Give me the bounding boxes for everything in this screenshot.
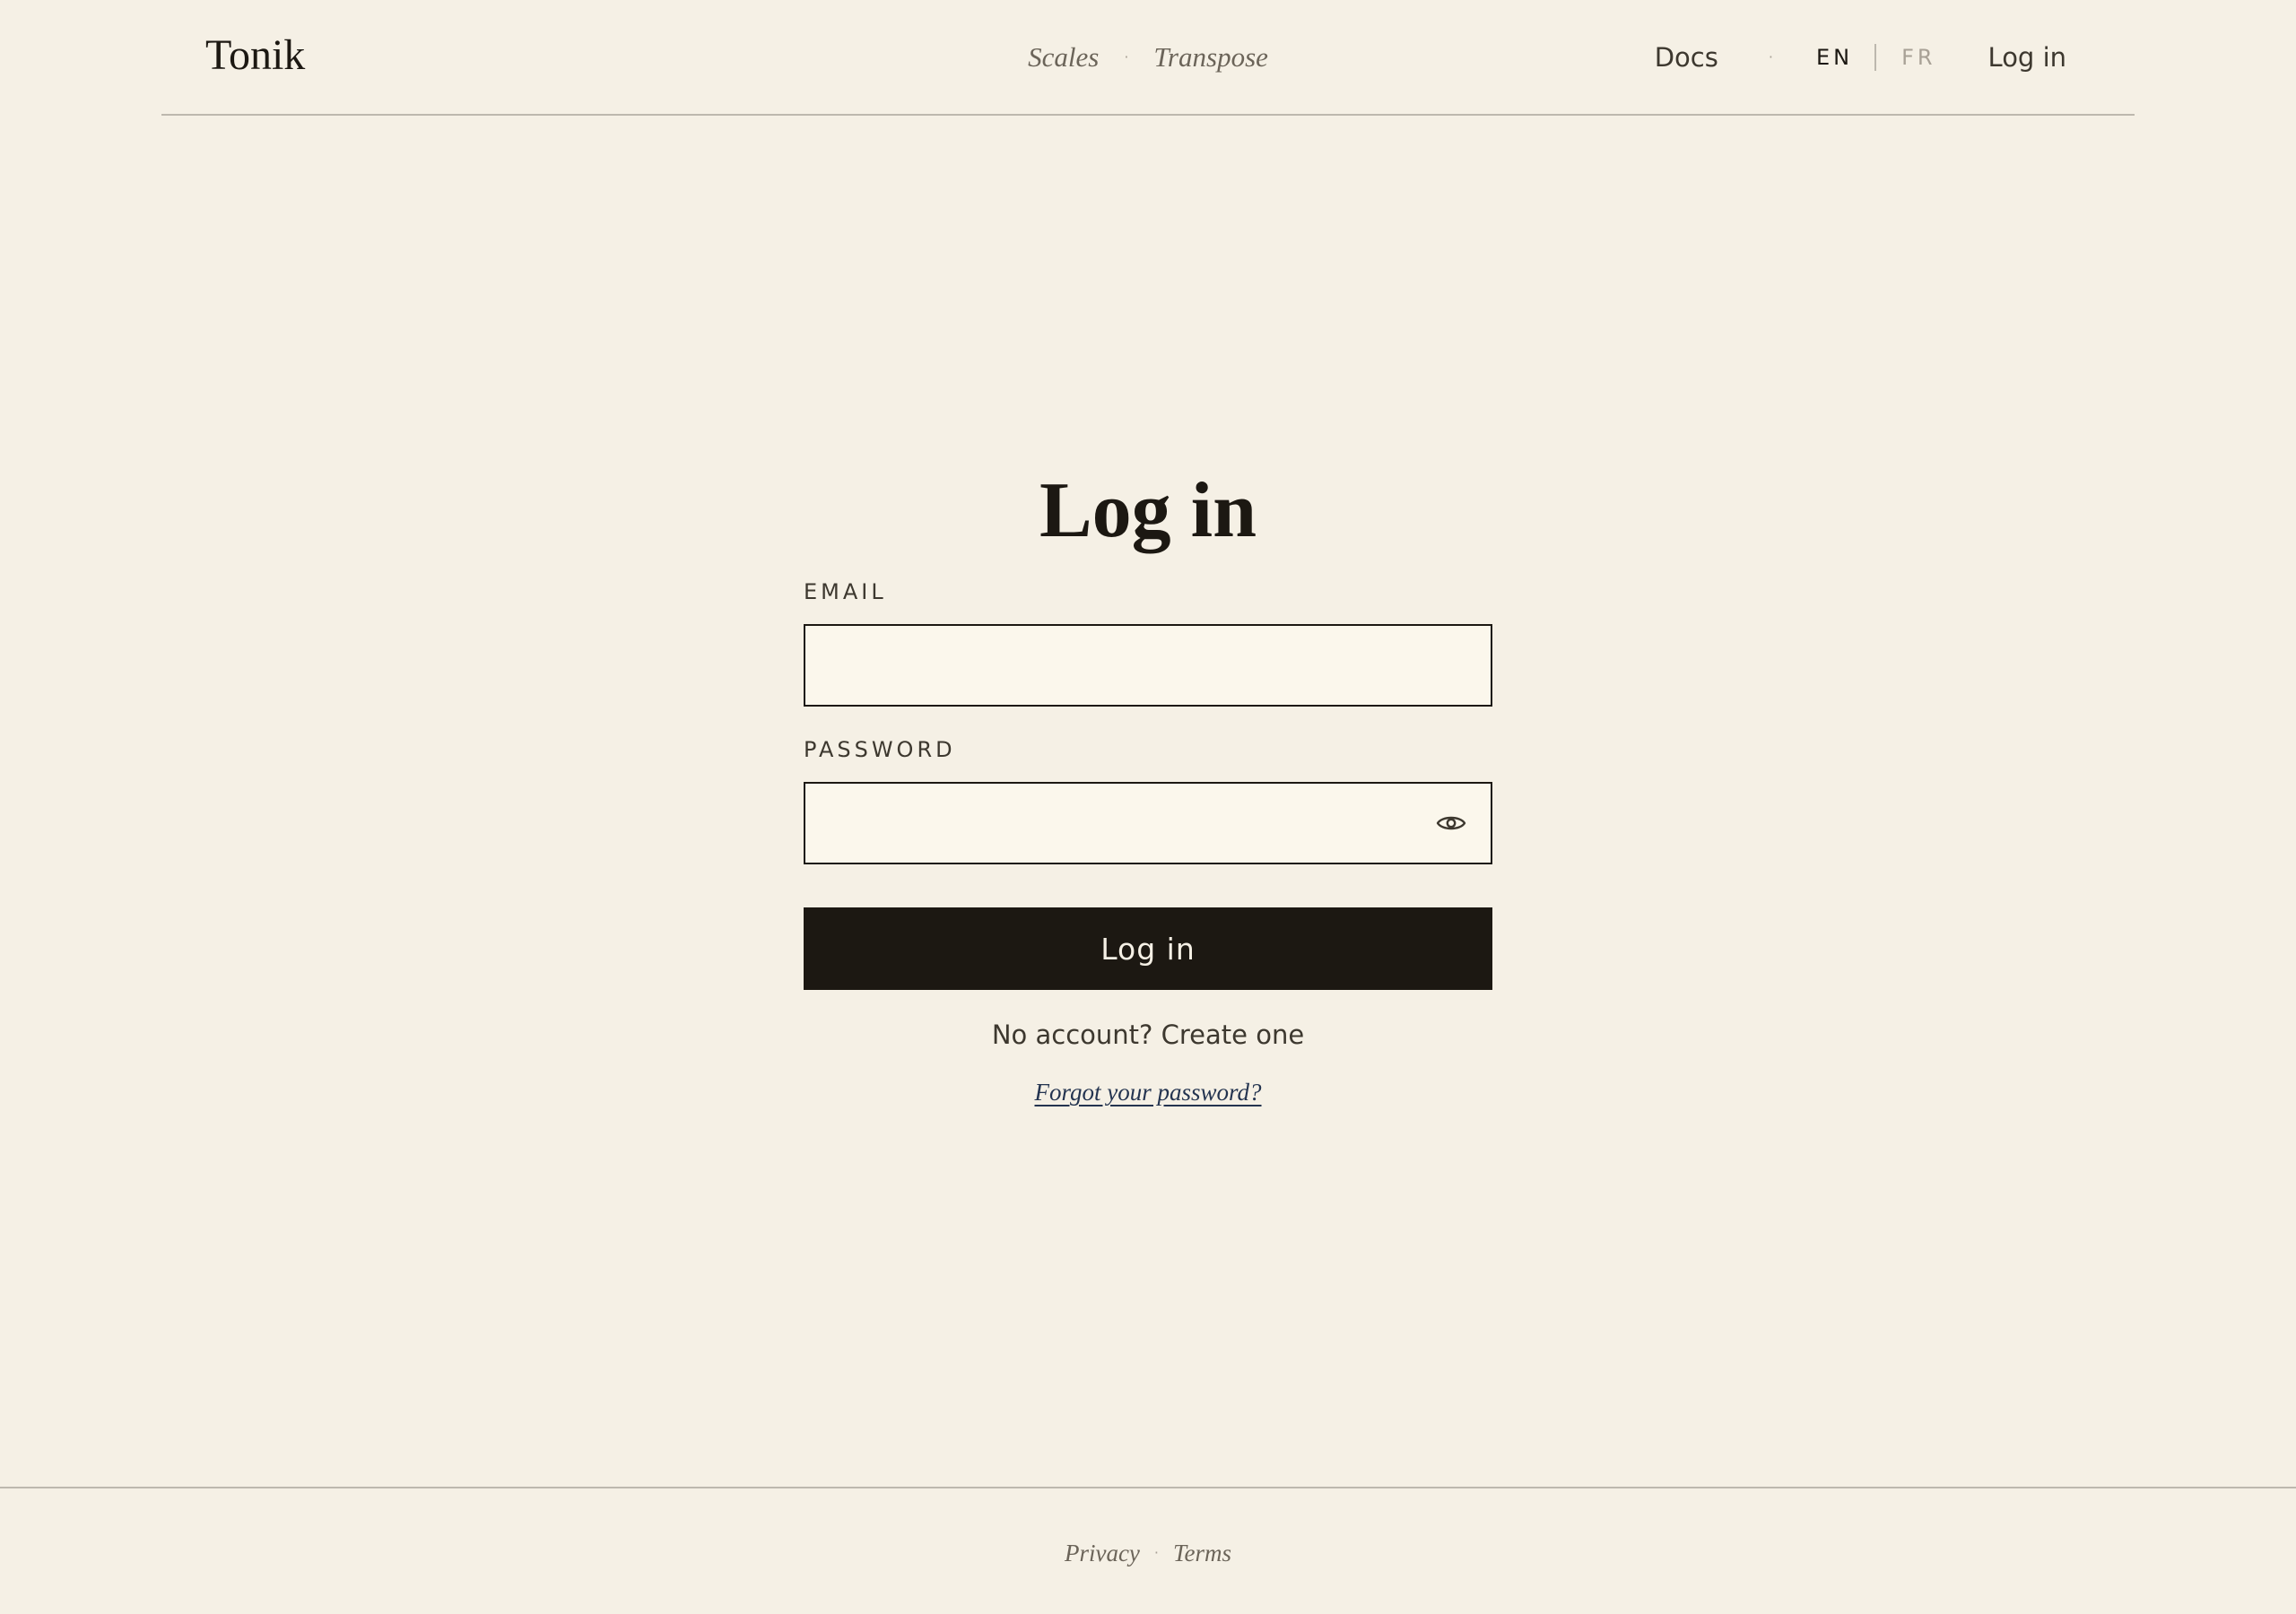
forgot-password-link[interactable]: Forgot your password?: [1034, 1079, 1261, 1106]
nav-link-docs[interactable]: Docs: [1655, 36, 1718, 79]
login-form: Log in EMAIL PASSWORD Log in No account?…: [804, 457, 1492, 1108]
footer-separator: ·: [1153, 1544, 1159, 1561]
signup-prompt: No account? Create one: [804, 1017, 1492, 1053]
create-account-link[interactable]: No account? Create one: [992, 1020, 1304, 1050]
nav-separator: ·: [1124, 48, 1129, 65]
footer-link-terms[interactable]: Terms: [1173, 1535, 1231, 1571]
nav-link-scales[interactable]: Scales: [1028, 36, 1099, 79]
language-en-button[interactable]: EN: [1816, 36, 1853, 79]
site-header: Tonik Scales · Transpose Docs · EN FR Lo…: [161, 0, 2135, 116]
language-fr-button[interactable]: FR: [1901, 36, 1935, 79]
nav-separator: ·: [1768, 48, 1773, 65]
email-field-wrapper: [804, 624, 1492, 707]
site-footer: Privacy · Terms: [0, 1487, 2296, 1614]
brand-logo[interactable]: Tonik: [205, 27, 305, 84]
password-label: PASSWORD: [804, 737, 956, 762]
email-input[interactable]: [805, 626, 1491, 705]
secondary-nav: Docs · EN FR Log in: [1655, 36, 2066, 79]
language-divider: [1874, 44, 1877, 71]
footer-nav: Privacy · Terms: [0, 1535, 2296, 1571]
password-input[interactable]: [805, 784, 1491, 863]
eye-icon[interactable]: [1433, 807, 1469, 839]
footer-link-privacy[interactable]: Privacy: [1065, 1535, 1140, 1571]
eye-icon-glyph: [1436, 816, 1466, 830]
page-title: Log in: [1039, 467, 1257, 554]
nav-link-transpose[interactable]: Transpose: [1153, 36, 1267, 79]
forgot-password-row: Forgot your password?: [804, 1076, 1492, 1108]
email-label: EMAIL: [804, 579, 887, 604]
header-login-link[interactable]: Log in: [1988, 36, 2066, 79]
password-field-wrapper: [804, 782, 1492, 864]
login-submit-button[interactable]: Log in: [804, 907, 1492, 990]
